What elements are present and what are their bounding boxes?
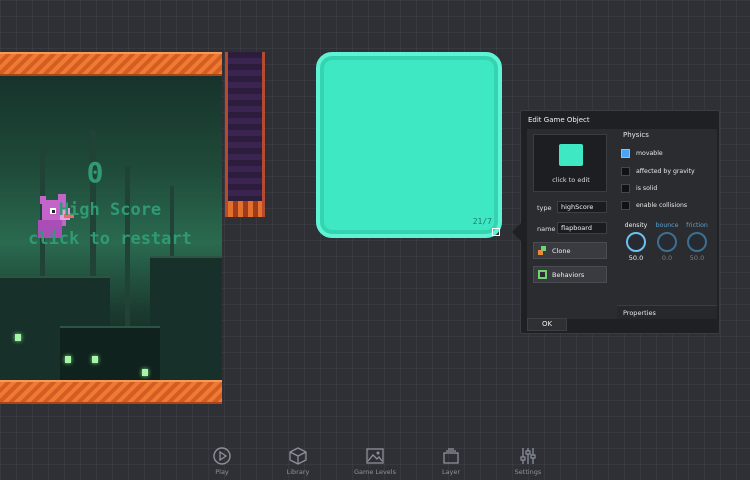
toolbar-play-label: Play [215, 468, 229, 476]
score-display: 0 [86, 156, 104, 189]
friction-knob[interactable] [687, 232, 707, 252]
type-field[interactable] [557, 201, 607, 213]
solid-label: is solid [636, 185, 658, 192]
behaviors-icon [538, 270, 547, 279]
cube-icon [289, 447, 307, 465]
density-knob[interactable] [626, 232, 646, 252]
gravity-label: affected by gravity [636, 168, 695, 175]
game-scene[interactable]: 0 High Score click to restart [0, 52, 222, 404]
solid-checkbox[interactable] [621, 184, 630, 193]
object-preview[interactable]: click to edit [533, 134, 607, 192]
toolbar-settings-label: Settings [514, 468, 542, 476]
clone-icon [538, 246, 546, 255]
density-value: 50.0 [628, 254, 644, 262]
selected-game-object[interactable]: 21/7 [316, 52, 502, 238]
layers-icon [443, 448, 459, 464]
bottom-toolbar: Play Library Game Levels Layer Settings [0, 444, 750, 480]
clone-label: Clone [552, 246, 571, 255]
toolbar-game-levels-label: Game Levels [354, 468, 396, 476]
friction-value: 50.0 [689, 254, 705, 262]
physics-column: Physics movable affected by gravity is s… [617, 129, 717, 319]
properties-label: Properties [623, 309, 656, 317]
movable-checkbox[interactable] [621, 149, 630, 158]
gravity-checkbox[interactable] [621, 167, 630, 176]
toolbar-settings[interactable]: Settings [498, 446, 558, 476]
bottom-border-stripe [0, 380, 222, 404]
gravity-option[interactable]: affected by gravity [621, 165, 713, 178]
density-control[interactable]: density 50.0 [621, 222, 651, 262]
bounce-control[interactable]: bounce 0.0 [652, 222, 682, 262]
friction-label: friction [686, 222, 708, 229]
city-background: 0 High Score click to restart [0, 76, 222, 380]
bounce-value: 0.0 [661, 254, 673, 262]
properties-tab[interactable]: Properties [617, 305, 717, 319]
physics-title: Physics [623, 131, 649, 139]
restart-prompt[interactable]: click to restart [20, 229, 200, 249]
collisions-label: enable collisions [636, 202, 688, 209]
toolbar-layer[interactable]: Layer [421, 446, 481, 476]
ok-button[interactable]: OK [527, 318, 567, 331]
image-icon [366, 448, 384, 464]
play-icon [213, 447, 231, 465]
density-label: density [624, 222, 648, 229]
bounce-label: bounce [655, 222, 679, 229]
behaviors-button[interactable]: Behaviors [533, 266, 607, 283]
bounce-knob[interactable] [657, 232, 677, 252]
high-score-label: High Score [58, 200, 162, 220]
preview-swatch [559, 144, 583, 166]
movable-option[interactable]: movable [621, 147, 713, 160]
collisions-checkbox[interactable] [621, 201, 630, 210]
movable-label: movable [636, 150, 663, 157]
toolbar-library-label: Library [286, 468, 310, 476]
pipe-obstacle[interactable] [225, 52, 265, 217]
preview-label: click to edit [552, 176, 590, 184]
panel-title: Edit Game Object [528, 116, 590, 124]
lit-window [92, 356, 98, 363]
solid-option[interactable]: is solid [621, 182, 713, 195]
resize-handle[interactable] [492, 228, 500, 236]
building [150, 256, 222, 380]
lit-window [15, 334, 21, 341]
toolbar-play[interactable]: Play [192, 446, 252, 476]
behaviors-label: Behaviors [552, 270, 585, 279]
name-field[interactable] [557, 222, 607, 234]
object-size-readout: 21/7 [472, 217, 492, 226]
friction-control[interactable]: friction 50.0 [682, 222, 712, 262]
toolbar-layer-label: Layer [441, 468, 461, 476]
clone-button[interactable]: Clone [533, 242, 607, 259]
lit-window [142, 369, 148, 376]
sliders-icon [520, 448, 536, 464]
edit-game-object-panel: Edit Game Object click to edit type name… [512, 110, 720, 334]
name-label: name [537, 225, 556, 233]
top-border-stripe [0, 52, 222, 76]
lit-window [65, 356, 71, 363]
collisions-option[interactable]: enable collisions [621, 199, 713, 212]
toolbar-game-levels[interactable]: Game Levels [345, 446, 405, 476]
type-label: type [537, 204, 552, 212]
toolbar-library[interactable]: Library [268, 446, 328, 476]
